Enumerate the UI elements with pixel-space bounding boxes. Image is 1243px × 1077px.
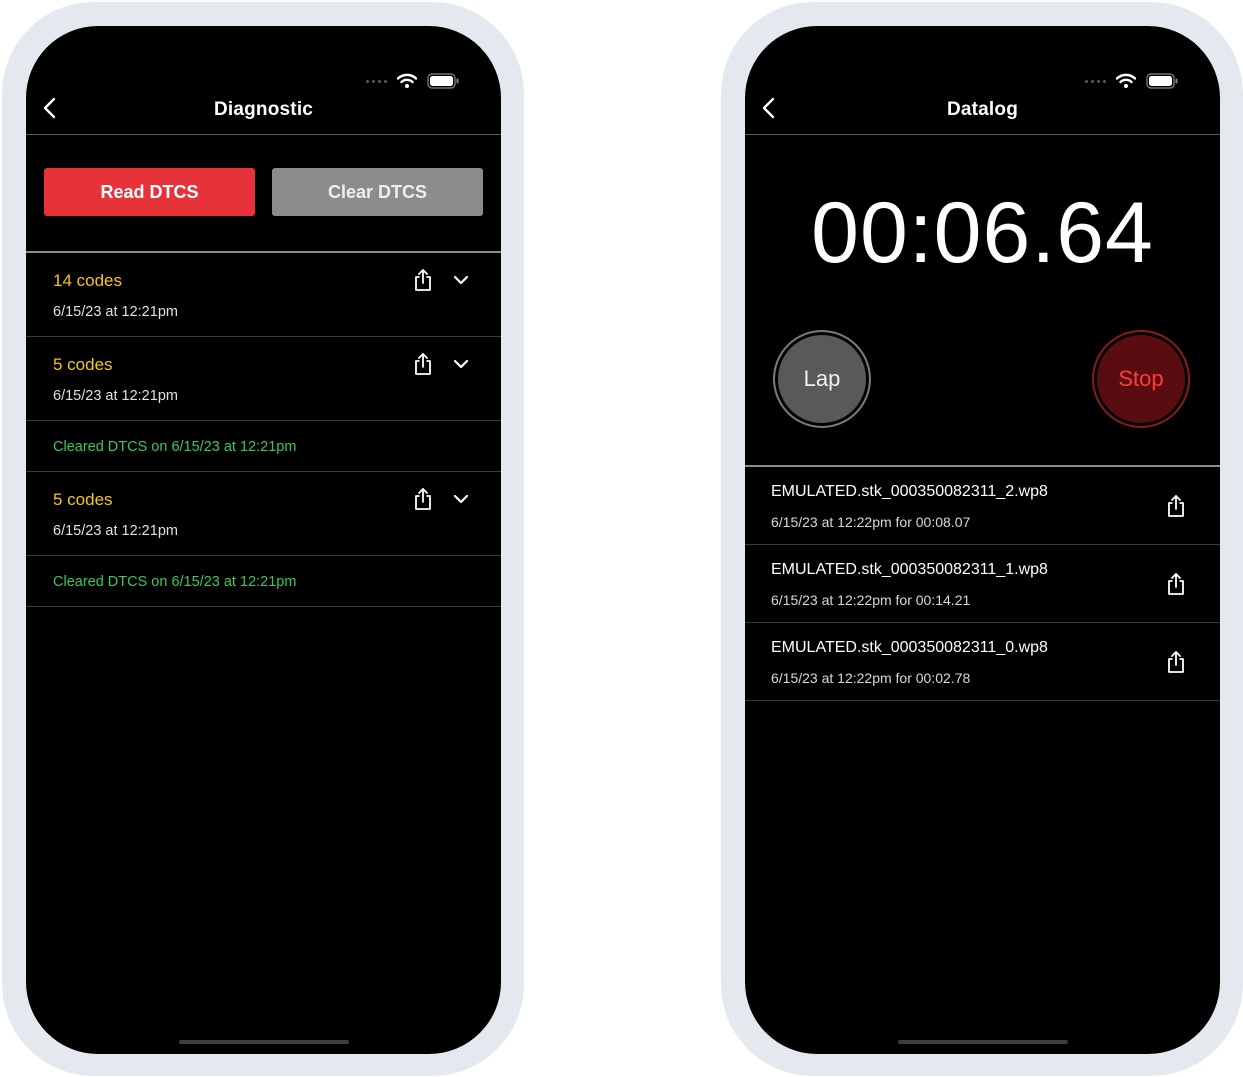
signal-icon [366,79,387,83]
share-icon[interactable] [412,487,434,511]
datalog-list: EMULATED.stk_000350082311_2.wp8 6/15/23 … [745,467,1220,701]
dtc-list: 14 codes 6/15/23 at 12:21pm 5 codes 6/15… [26,253,501,607]
page-title: Datalog [946,99,1019,120]
share-icon[interactable] [1165,650,1187,674]
datalog-detail: 6/15/23 at 12:22pm for 00:14.21 [771,592,971,608]
page-title: Diagnostic [213,99,314,120]
read-dtcs-button[interactable]: Read DTCS [44,168,255,216]
dtc-timestamp: 6/15/23 at 12:21pm [53,388,178,404]
chevron-down-icon[interactable] [451,354,471,374]
home-indicator[interactable] [178,1040,349,1044]
datalog-screen: Datalog 00:06.64 Lap Stop EMULATED.stk_0… [745,26,1220,1054]
nav-bar: Diagnostic [26,86,501,135]
dtc-button-row: Read DTCS Clear DTCS [44,168,483,216]
share-icon[interactable] [1165,494,1187,518]
diagnostic-screen: Diagnostic Read DTCS Clear DTCS 14 codes… [26,26,501,1054]
dtc-count: 5 codes [53,355,113,374]
dtc-timestamp: 6/15/23 at 12:21pm [53,523,178,539]
dtc-entry[interactable]: 5 codes 6/15/23 at 12:21pm [26,337,501,421]
datalog-entry[interactable]: EMULATED.stk_000350082311_1.wp8 6/15/23 … [745,545,1220,623]
share-icon[interactable] [412,352,434,376]
timer-display: 00:06.64 [811,185,1154,281]
datalog-detail: 6/15/23 at 12:22pm for 00:08.07 [771,514,971,530]
datalog-filename: EMULATED.stk_000350082311_1.wp8 [771,561,1048,578]
datalog-entry[interactable]: EMULATED.stk_000350082311_0.wp8 6/15/23 … [745,623,1220,701]
share-icon[interactable] [1165,572,1187,596]
stop-button[interactable]: Stop [1092,330,1190,428]
nav-bar: Datalog [745,86,1220,135]
chevron-down-icon[interactable] [451,489,471,509]
datalog-filename: EMULATED.stk_000350082311_2.wp8 [771,483,1048,500]
dtc-count: 5 codes [53,490,113,509]
dtc-timestamp: 6/15/23 at 12:21pm [53,304,178,320]
cleared-entry: Cleared DTCS on 6/15/23 at 12:21pm [26,421,501,472]
lap-button[interactable]: Lap [773,330,871,428]
home-indicator[interactable] [897,1040,1068,1044]
phone-frame-datalog: Datalog 00:06.64 Lap Stop EMULATED.stk_0… [721,2,1243,1076]
chevron-down-icon[interactable] [451,270,471,290]
dtc-entry[interactable]: 5 codes 6/15/23 at 12:21pm [26,472,501,556]
dtc-count: 14 codes [53,271,122,290]
datalog-entry[interactable]: EMULATED.stk_000350082311_2.wp8 6/15/23 … [745,467,1220,545]
dtc-entry[interactable]: 14 codes 6/15/23 at 12:21pm [26,253,501,337]
cleared-dtcs-text: Cleared DTCS on 6/15/23 at 12:21pm [53,439,297,455]
signal-icon [1085,79,1106,83]
cleared-dtcs-text: Cleared DTCS on 6/15/23 at 12:21pm [53,574,297,590]
clear-dtcs-button[interactable]: Clear DTCS [272,168,483,216]
datalog-filename: EMULATED.stk_000350082311_0.wp8 [771,639,1048,656]
cleared-entry: Cleared DTCS on 6/15/23 at 12:21pm [26,556,501,607]
share-icon[interactable] [412,268,434,292]
phone-frame-diagnostic: Diagnostic Read DTCS Clear DTCS 14 codes… [2,2,524,1076]
datalog-detail: 6/15/23 at 12:22pm for 00:02.78 [771,670,971,686]
